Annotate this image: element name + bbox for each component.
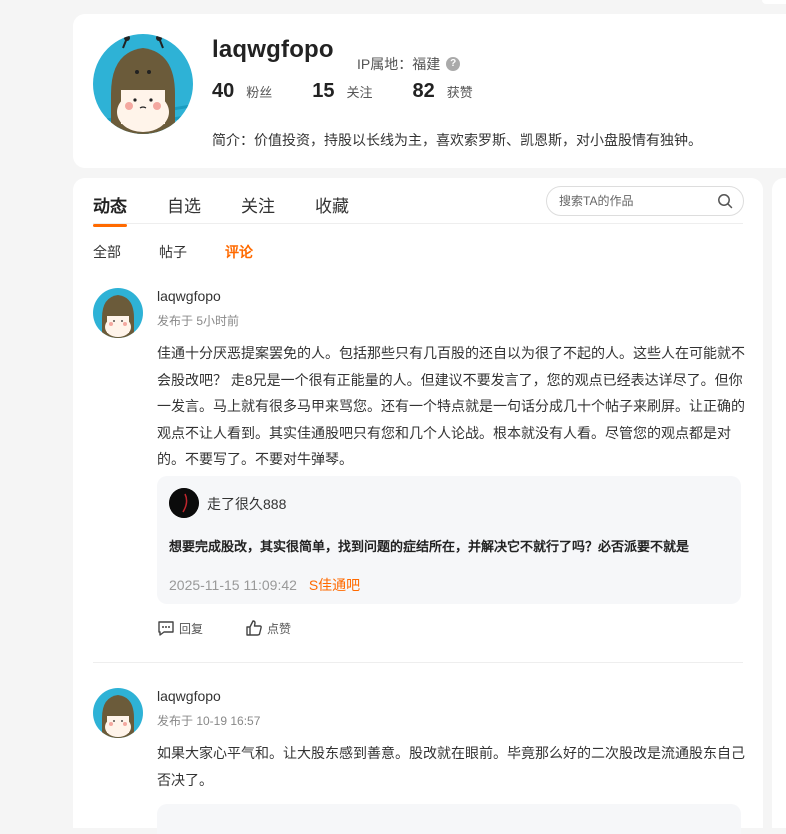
quoted-forum-link[interactable]: S佳通吧 — [309, 577, 360, 593]
right-side-panel — [772, 178, 786, 828]
stat-followers[interactable]: 40 粉丝 — [212, 80, 272, 103]
subtab-posts[interactable]: 帖子 — [159, 242, 187, 262]
quoted-meta: 2025-11-15 11:09:42 S佳通吧 — [169, 575, 360, 595]
user-avatar[interactable] — [93, 688, 143, 738]
post-time: 发布于 10-19 16:57 — [157, 714, 261, 728]
search-icon[interactable] — [717, 193, 733, 209]
search-box — [546, 186, 744, 216]
help-icon[interactable]: ? — [446, 57, 461, 71]
ip-location-label: IP属地：福建 — [357, 56, 441, 72]
content-tabs: 动态 自选 关注 收藏 — [93, 192, 389, 227]
user-avatar[interactable] — [93, 288, 143, 338]
post-username[interactable]: laqwgfopo — [157, 688, 221, 704]
stat-likes: 82 获赞 — [413, 80, 473, 103]
subtab-comments[interactable]: 评论 — [225, 242, 253, 262]
post-content[interactable]: 如果大家心平气和。让大股东感到善意。股改就在眼前。毕竟那么好的二次股改是流通股东… — [157, 740, 747, 793]
quoted-user-avatar[interactable] — [169, 488, 199, 518]
quoted-post[interactable]: 走了很久888 想要完成股改，其实很简单，找到问题的症结所在，并解决它不就行了吗… — [157, 476, 741, 604]
stat-number: 15 — [312, 80, 335, 102]
right-panel-edge — [762, 0, 786, 4]
post-content[interactable]: 佳通十分厌恶提案罢免的人。包括那些只有几百股的还自以为很了不起的人。这些人在可能… — [157, 340, 747, 473]
post-time: 发布于 5小时前 — [157, 314, 240, 328]
reply-label: 回复 — [179, 621, 204, 636]
stat-number: 40 — [212, 80, 235, 102]
quoted-date: 2025-11-15 11:09:42 — [169, 577, 297, 593]
profile-card: laqwgfopo IP属地：福建 ? 40 粉丝 15 关注 82 获赞 简介… — [73, 14, 786, 168]
stat-following[interactable]: 15 关注 — [312, 80, 372, 103]
like-button[interactable]: 点赞 — [245, 619, 291, 637]
search-input[interactable] — [557, 193, 711, 209]
quoted-text: 想要完成股改，其实很简单，找到问题的症结所在，并解决它不就行了吗？必否派要不就是 — [169, 539, 690, 554]
tab-favorites[interactable]: 收藏 — [315, 192, 349, 217]
profile-username: laqwgfopo — [212, 36, 334, 63]
reply-button[interactable]: 回复 — [157, 619, 203, 637]
main-feed-card: 动态 自选 关注 收藏 全部 帖子 评论 laqwgfopo — [73, 178, 763, 834]
post-actions: 回复 点赞 — [157, 619, 333, 637]
tab-dynamics[interactable]: 动态 — [93, 192, 127, 227]
stat-label: 关注 — [346, 85, 373, 100]
profile-avatar[interactable] — [93, 34, 193, 134]
comment-icon — [158, 621, 174, 636]
post-divider — [93, 662, 743, 663]
thumbs-up-icon — [246, 620, 262, 636]
tab-following[interactable]: 关注 — [241, 192, 275, 217]
quoted-username[interactable]: 走了很久888 — [207, 494, 286, 514]
stat-label: 粉丝 — [246, 85, 273, 100]
stat-label: 获赞 — [446, 85, 473, 100]
profile-stats: 40 粉丝 15 关注 82 获赞 — [212, 80, 513, 103]
sub-tabs: 全部 帖子 评论 — [93, 242, 291, 262]
quoted-post[interactable] — [157, 804, 741, 834]
ip-location: IP属地：福建 ? — [357, 54, 461, 74]
tab-divider — [93, 223, 743, 224]
profile-bio: 简介：价值投资，持股以长线为主，喜欢索罗斯、凯恩斯，对小盘股情有独钟。 — [212, 132, 702, 148]
tab-watchlist[interactable]: 自选 — [167, 192, 201, 217]
like-label: 点赞 — [267, 621, 292, 636]
post-username[interactable]: laqwgfopo — [157, 288, 221, 304]
subtab-all[interactable]: 全部 — [93, 242, 121, 262]
stat-number: 82 — [412, 80, 435, 102]
